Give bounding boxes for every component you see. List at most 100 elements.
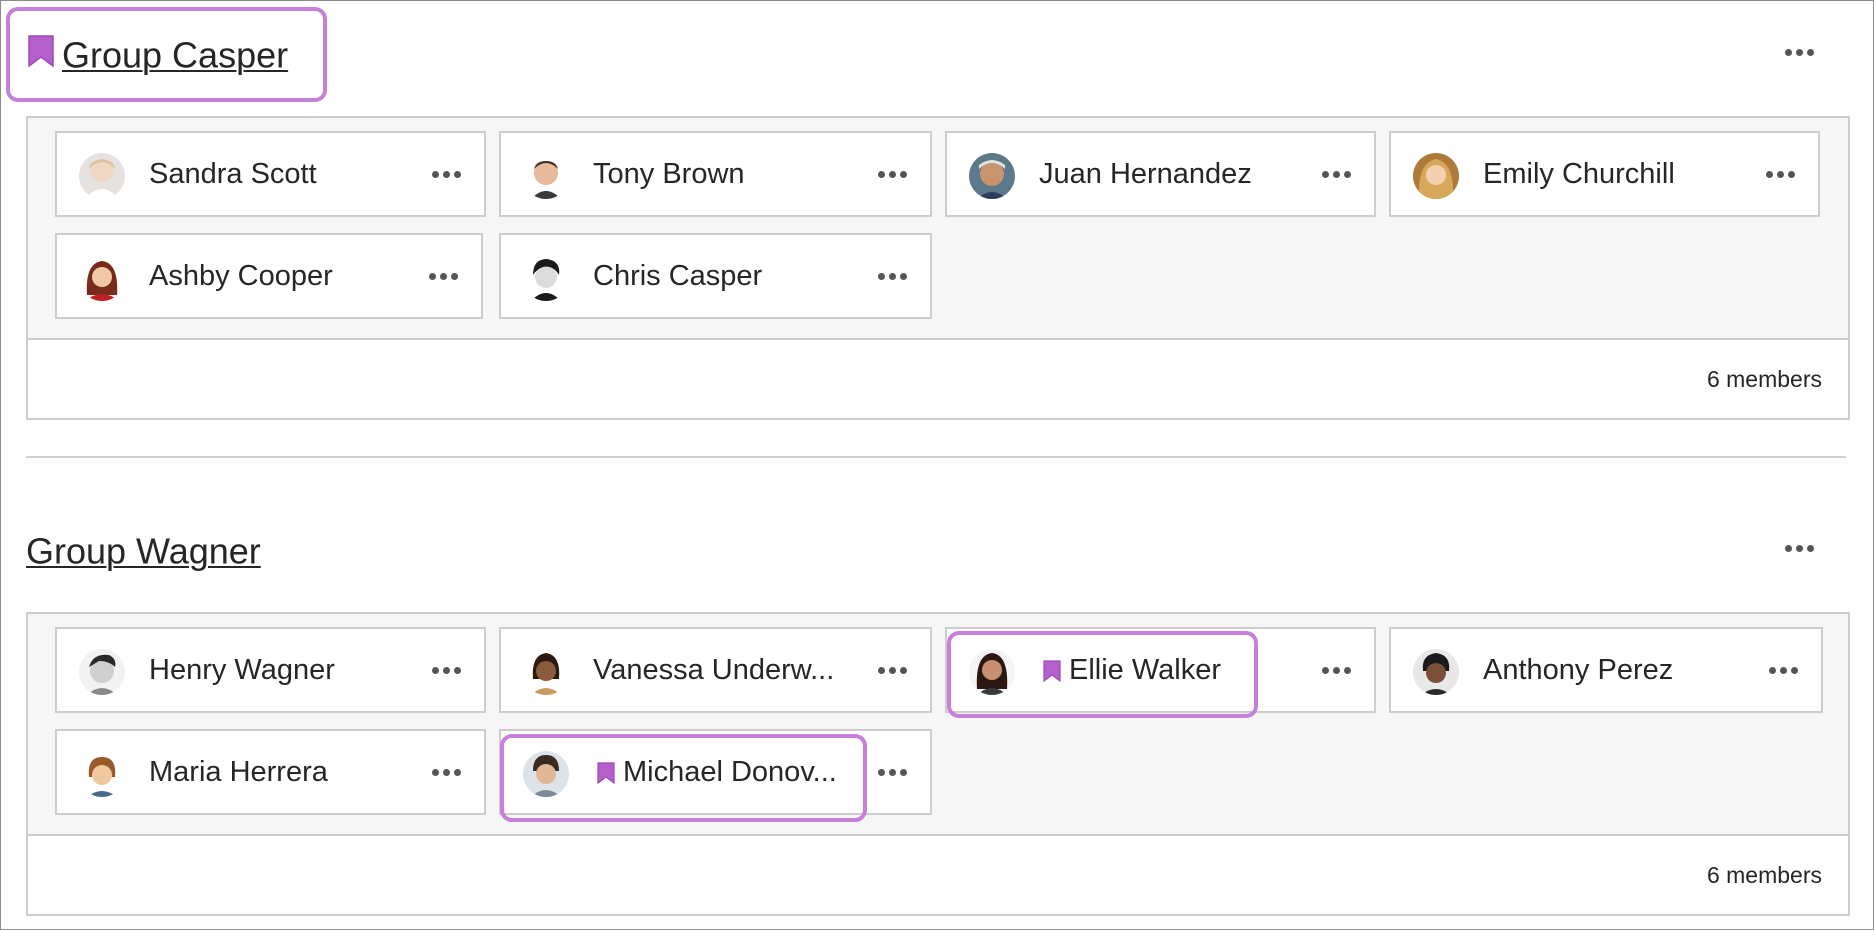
member-card[interactable]: Emily Churchill <box>1389 131 1820 217</box>
avatar <box>523 751 569 797</box>
more-options-icon-dot <box>439 272 447 280</box>
more-options-icon <box>1321 170 1329 178</box>
bookmark-icon <box>1043 660 1061 687</box>
group-members-panel: Henry Wagner Vanessa Underw... Ellie Wal… <box>26 612 1850 916</box>
more-options-icon-dot <box>1332 170 1340 178</box>
member-card[interactable]: Chris Casper <box>499 233 932 319</box>
group-menu-button[interactable] <box>1779 533 1819 563</box>
more-options-icon-dot <box>453 170 461 178</box>
member-menu-button[interactable] <box>1316 655 1356 685</box>
more-options-icon-dot <box>1795 48 1803 56</box>
more-options-icon <box>428 272 436 280</box>
avatar <box>1413 153 1459 199</box>
more-options-icon-dot <box>888 170 896 178</box>
member-menu-button[interactable] <box>872 261 912 291</box>
member-menu-button[interactable] <box>1763 655 1803 685</box>
member-menu-button[interactable] <box>426 655 466 685</box>
member-name: Vanessa Underw... <box>593 654 835 686</box>
avatar <box>969 649 1015 695</box>
more-options-icon <box>431 666 439 674</box>
member-name: Emily Churchill <box>1483 158 1675 190</box>
member-name: Chris Casper <box>593 260 763 292</box>
avatar <box>79 649 125 695</box>
more-options-icon-dot <box>442 170 450 178</box>
member-card[interactable]: Ashby Cooper <box>55 233 483 319</box>
avatar <box>1413 649 1459 695</box>
member-card[interactable]: Michael Donov... <box>499 729 932 815</box>
member-menu-button[interactable] <box>1760 159 1800 189</box>
more-options-icon-dot <box>450 272 458 280</box>
group-title-text[interactable]: Group Casper <box>62 34 288 75</box>
more-options-icon-dot <box>888 272 896 280</box>
member-card[interactable]: Anthony Perez <box>1389 627 1823 713</box>
member-name: Henry Wagner <box>149 654 335 686</box>
member-menu-button[interactable] <box>423 261 463 291</box>
member-name: Anthony Perez <box>1483 654 1674 686</box>
member-card[interactable]: Maria Herrera <box>55 729 486 815</box>
more-options-icon-dot <box>899 666 907 674</box>
more-options-icon <box>1765 170 1773 178</box>
more-options-icon <box>1784 544 1792 552</box>
member-card[interactable]: Sandra Scott <box>55 131 486 217</box>
more-options-icon-dot <box>442 666 450 674</box>
member-card[interactable]: Ellie Walker <box>945 627 1376 713</box>
member-count: 6 members <box>28 338 1848 418</box>
more-options-icon-dot <box>1343 666 1351 674</box>
member-count: 6 members <box>28 834 1848 914</box>
member-menu-button[interactable] <box>426 757 466 787</box>
more-options-icon-dot <box>899 170 907 178</box>
member-menu-button[interactable] <box>426 159 466 189</box>
avatar <box>523 153 569 199</box>
bookmark-icon <box>28 33 54 77</box>
more-options-icon <box>1784 48 1792 56</box>
more-options-icon-dot <box>453 666 461 674</box>
more-options-icon-dot <box>1806 48 1814 56</box>
more-options-icon-dot <box>899 272 907 280</box>
bookmark-icon <box>597 762 615 789</box>
more-options-icon <box>1768 666 1776 674</box>
more-options-icon-dot <box>1795 544 1803 552</box>
more-options-icon-dot <box>453 768 461 776</box>
more-options-icon <box>877 272 885 280</box>
more-options-icon-dot <box>1779 666 1787 674</box>
more-options-icon <box>431 170 439 178</box>
group-members-panel: Sandra Scott Tony Brown Juan Hernandez E… <box>26 116 1850 420</box>
more-options-icon <box>877 666 885 674</box>
group-menu-button[interactable] <box>1779 37 1819 67</box>
group-title-casper[interactable]: Group Casper <box>28 31 288 77</box>
member-name: Ellie Walker <box>1069 654 1222 686</box>
more-options-icon-dot <box>1790 666 1798 674</box>
member-menu-button[interactable] <box>872 655 912 685</box>
more-options-icon <box>877 768 885 776</box>
member-card[interactable]: Juan Hernandez <box>945 131 1376 217</box>
group-title-text[interactable]: Group Wagner <box>26 530 261 571</box>
more-options-icon-dot <box>888 768 896 776</box>
avatar <box>79 255 125 301</box>
more-options-icon <box>1321 666 1329 674</box>
member-name: Maria Herrera <box>149 756 328 788</box>
more-options-icon-dot <box>442 768 450 776</box>
member-card[interactable]: Vanessa Underw... <box>499 627 932 713</box>
more-options-icon-dot <box>1787 170 1795 178</box>
more-options-icon-dot <box>888 666 896 674</box>
avatar <box>969 153 1015 199</box>
group-title-wagner[interactable]: Group Wagner <box>26 527 261 573</box>
member-card[interactable]: Tony Brown <box>499 131 932 217</box>
more-options-icon <box>877 170 885 178</box>
member-menu-button[interactable] <box>1316 159 1356 189</box>
group-separator <box>26 456 1846 458</box>
member-name: Tony Brown <box>593 158 745 190</box>
member-menu-button[interactable] <box>872 757 912 787</box>
more-options-icon-dot <box>899 768 907 776</box>
avatar <box>79 153 125 199</box>
more-options-icon-dot <box>1806 544 1814 552</box>
more-options-icon-dot <box>1776 170 1784 178</box>
member-name: Juan Hernandez <box>1039 158 1252 190</box>
avatar <box>79 751 125 797</box>
more-options-icon-dot <box>1343 170 1351 178</box>
avatar <box>523 649 569 695</box>
member-card[interactable]: Henry Wagner <box>55 627 486 713</box>
member-menu-button[interactable] <box>872 159 912 189</box>
more-options-icon <box>431 768 439 776</box>
more-options-icon-dot <box>1332 666 1340 674</box>
